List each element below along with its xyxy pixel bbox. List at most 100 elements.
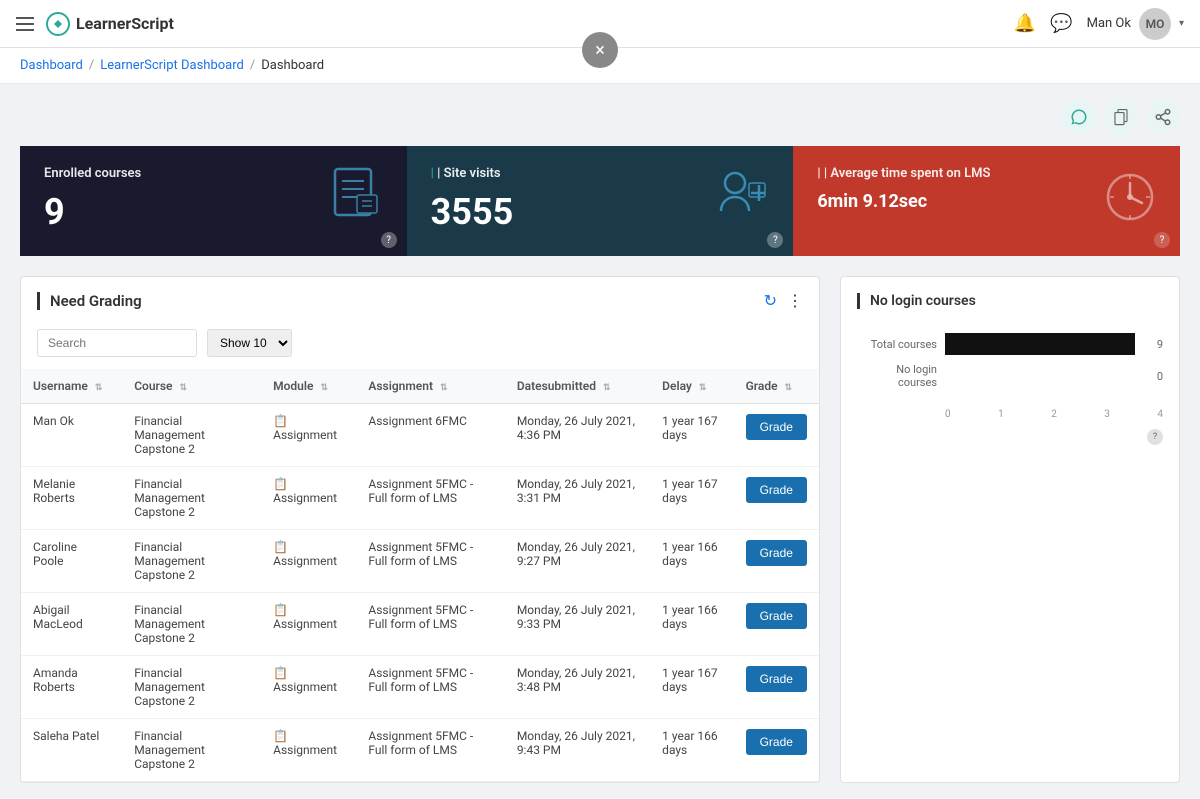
cell-date: Monday, 26 July 2021, 9:27 PM [505, 530, 650, 593]
toolbar [20, 100, 1180, 134]
user-name: Man Ok [1087, 16, 1131, 31]
stat-cards: Enrolled courses 9 ? | Site visits 3555 [20, 146, 1180, 256]
table-row: Melanie Roberts Financial Management Cap… [21, 467, 819, 530]
cell-course: Financial Management Capstone 2 [122, 593, 261, 656]
chart-row-value: 9 [1143, 338, 1163, 351]
cell-assignment: Assignment 6FMC [356, 404, 504, 467]
chart-help: ? [857, 428, 1163, 445]
x-axis-label: 2 [1051, 409, 1057, 420]
cell-date: Monday, 26 July 2021, 9:33 PM [505, 593, 650, 656]
chart-title: No login courses [857, 293, 1163, 309]
whatsapp-button[interactable] [1062, 100, 1096, 134]
enrolled-icon [327, 165, 387, 237]
breadcrumb-learnerscript[interactable]: LearnerScript Dashboard [100, 58, 244, 73]
search-input[interactable] [37, 329, 197, 357]
cell-date: Monday, 26 July 2021, 3:48 PM [505, 656, 650, 719]
notification-icon[interactable]: 🔔 [1014, 13, 1036, 34]
user-avatar: MO [1139, 8, 1171, 40]
sort-course: ⇅ [179, 383, 187, 393]
no-login-courses-panel: No login courses Total courses 9 No logi… [840, 276, 1180, 783]
cell-username: Saleha Patel [21, 719, 122, 782]
enrolled-help[interactable]: ? [381, 232, 397, 248]
cell-course: Financial Management Capstone 2 [122, 530, 261, 593]
user-area[interactable]: Man Ok MO ▾ [1087, 8, 1184, 40]
table-row: Saleha Patel Financial Management Capsto… [21, 719, 819, 782]
cell-module: 📋Assignment [261, 467, 356, 530]
col-datesubmitted[interactable]: Datesubmitted ⇅ [505, 369, 650, 404]
sort-grade: ⇅ [785, 383, 793, 393]
grade-button[interactable]: Grade [746, 477, 807, 503]
chart-row: Total courses 9 [857, 333, 1163, 355]
search-bar: Show 10 Show 25 Show 50 [21, 321, 819, 369]
cell-username: Abigail MacLeod [21, 593, 122, 656]
main-content: Enrolled courses 9 ? | Site visits 3555 [0, 84, 1200, 799]
sort-assignment: ⇅ [440, 383, 448, 393]
content-row: Need Grading ↻ ⋮ Show 10 Show 25 Show 50 [20, 276, 1180, 783]
table-row: Abigail MacLeod Financial Management Cap… [21, 593, 819, 656]
clipboard-button[interactable] [1104, 100, 1138, 134]
module-icon: 📋 [273, 414, 288, 428]
cell-assignment: Assignment 5FMC - Full form of LMS [356, 467, 504, 530]
cell-date: Monday, 26 July 2021, 9:43 PM [505, 719, 650, 782]
chart-area: Total courses 9 No login courses 0 [857, 325, 1163, 405]
cell-assignment: Assignment 5FMC - Full form of LMS [356, 530, 504, 593]
breadcrumb-sep-1: / [89, 58, 94, 73]
chart-row-label: Total courses [857, 338, 937, 351]
col-delay[interactable]: Delay ⇅ [650, 369, 733, 404]
col-assignment[interactable]: Assignment ⇅ [356, 369, 504, 404]
hamburger-menu[interactable] [16, 17, 34, 31]
cell-username: Melanie Roberts [21, 467, 122, 530]
panel-header: Need Grading ↻ ⋮ [21, 277, 819, 321]
x-axis-label: 0 [945, 409, 951, 420]
col-username[interactable]: Username ⇅ [21, 369, 122, 404]
cell-grade: Grade [734, 467, 819, 530]
share-button[interactable] [1146, 100, 1180, 134]
col-grade[interactable]: Grade ⇅ [734, 369, 819, 404]
x-axis-label: 3 [1104, 409, 1110, 420]
cell-module: 📋Assignment [261, 656, 356, 719]
cell-module: 📋Assignment [261, 593, 356, 656]
site-visits-help[interactable]: ? [767, 232, 783, 248]
col-module[interactable]: Module ⇅ [261, 369, 356, 404]
chart-row: No login courses 0 [857, 363, 1163, 389]
refresh-button[interactable]: ↻ [764, 291, 777, 311]
sort-delay: ⇅ [699, 383, 707, 393]
cell-delay: 1 year 167 days [650, 656, 733, 719]
clipboard-icon [1112, 108, 1130, 126]
sort-username: ⇅ [95, 383, 103, 393]
show-select[interactable]: Show 10 Show 25 Show 50 [207, 329, 292, 357]
stat-card-avg-time: | Average time spent on LMS 6min 9.12sec… [793, 146, 1180, 256]
cell-username: Man Ok [21, 404, 122, 467]
grade-button[interactable]: Grade [746, 603, 807, 629]
panel-title: Need Grading [37, 292, 142, 310]
cell-course: Financial Management Capstone 2 [122, 656, 261, 719]
stat-card-site-visits: | Site visits 3555 ? [407, 146, 794, 256]
col-course[interactable]: Course ⇅ [122, 369, 261, 404]
logo: LearnerScript [46, 12, 174, 36]
topnav-right: 🔔 💬 Man Ok MO ▾ [1014, 8, 1184, 40]
grade-button[interactable]: Grade [746, 666, 807, 692]
cell-delay: 1 year 166 days [650, 719, 733, 782]
avg-time-help[interactable]: ? [1154, 232, 1170, 248]
cell-delay: 1 year 167 days [650, 404, 733, 467]
module-icon: 📋 [273, 603, 288, 617]
breadcrumb-dashboard[interactable]: Dashboard [20, 58, 83, 73]
cell-module: 📋Assignment [261, 719, 356, 782]
cell-course: Financial Management Capstone 2 [122, 404, 261, 467]
module-icon: 📋 [273, 477, 288, 491]
grade-button[interactable]: Grade [746, 414, 807, 440]
cell-grade: Grade [734, 593, 819, 656]
cell-assignment: Assignment 5FMC - Full form of LMS [356, 656, 504, 719]
chart-help-icon[interactable]: ? [1147, 429, 1163, 445]
avg-time-icon [1100, 165, 1160, 237]
chart-row-value: 0 [1143, 370, 1163, 383]
cell-username: Amanda Roberts [21, 656, 122, 719]
chart-bar-wrap [945, 333, 1135, 355]
cell-assignment: Assignment 5FMC - Full form of LMS [356, 719, 504, 782]
grade-button[interactable]: Grade [746, 540, 807, 566]
more-options-button[interactable]: ⋮ [787, 291, 803, 311]
table-row: Caroline Poole Financial Management Caps… [21, 530, 819, 593]
close-modal-button[interactable]: × [582, 32, 618, 68]
grade-button[interactable]: Grade [746, 729, 807, 755]
chat-icon[interactable]: 💬 [1050, 13, 1072, 34]
